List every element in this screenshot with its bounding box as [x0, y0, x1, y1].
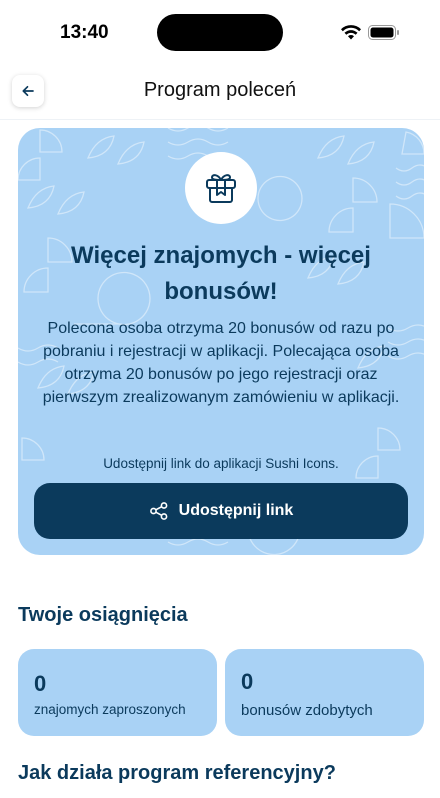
invited-label: znajomych zaproszonych — [34, 702, 186, 717]
bonuses-label: bonusów zdobytych — [241, 702, 373, 719]
gift-badge — [185, 152, 257, 224]
status-bar: 13:40 — [0, 0, 440, 62]
share-icon — [149, 502, 168, 520]
page-title: Program poleceń — [143, 79, 297, 101]
stat-card-invited: 0 znajomych zaproszonych — [18, 649, 217, 736]
stat-card-bonuses: 0 bonusów zdobytych — [225, 649, 424, 736]
invited-count: 0 — [34, 671, 47, 696]
bonuses-count: 0 — [241, 669, 254, 694]
battery-icon — [368, 25, 399, 40]
hero-description: Polecona osoba otrzyma 20 bonusów od raz… — [42, 320, 400, 406]
dynamic-island — [157, 14, 283, 51]
how-it-works-title: Jak działa program referencyjny? — [18, 762, 336, 784]
wifi-icon — [341, 25, 361, 40]
hero-title: Więcej znajomych - więcej bonusów! — [71, 242, 371, 305]
share-link-label: Udostępnij link — [178, 502, 294, 519]
nav-header: Program poleceń — [0, 62, 440, 120]
share-note: Udostępnij link do aplikacji Sushi Icons… — [103, 456, 339, 471]
referral-hero-card: Więcej znajomych - więcej bonusów! Polec… — [18, 128, 424, 555]
gift-icon — [206, 174, 236, 203]
status-time: 13:40 — [60, 22, 109, 43]
achievements-title: Twoje osiągnięcia — [18, 604, 188, 626]
share-link-button[interactable]: Udostępnij link — [34, 483, 408, 539]
